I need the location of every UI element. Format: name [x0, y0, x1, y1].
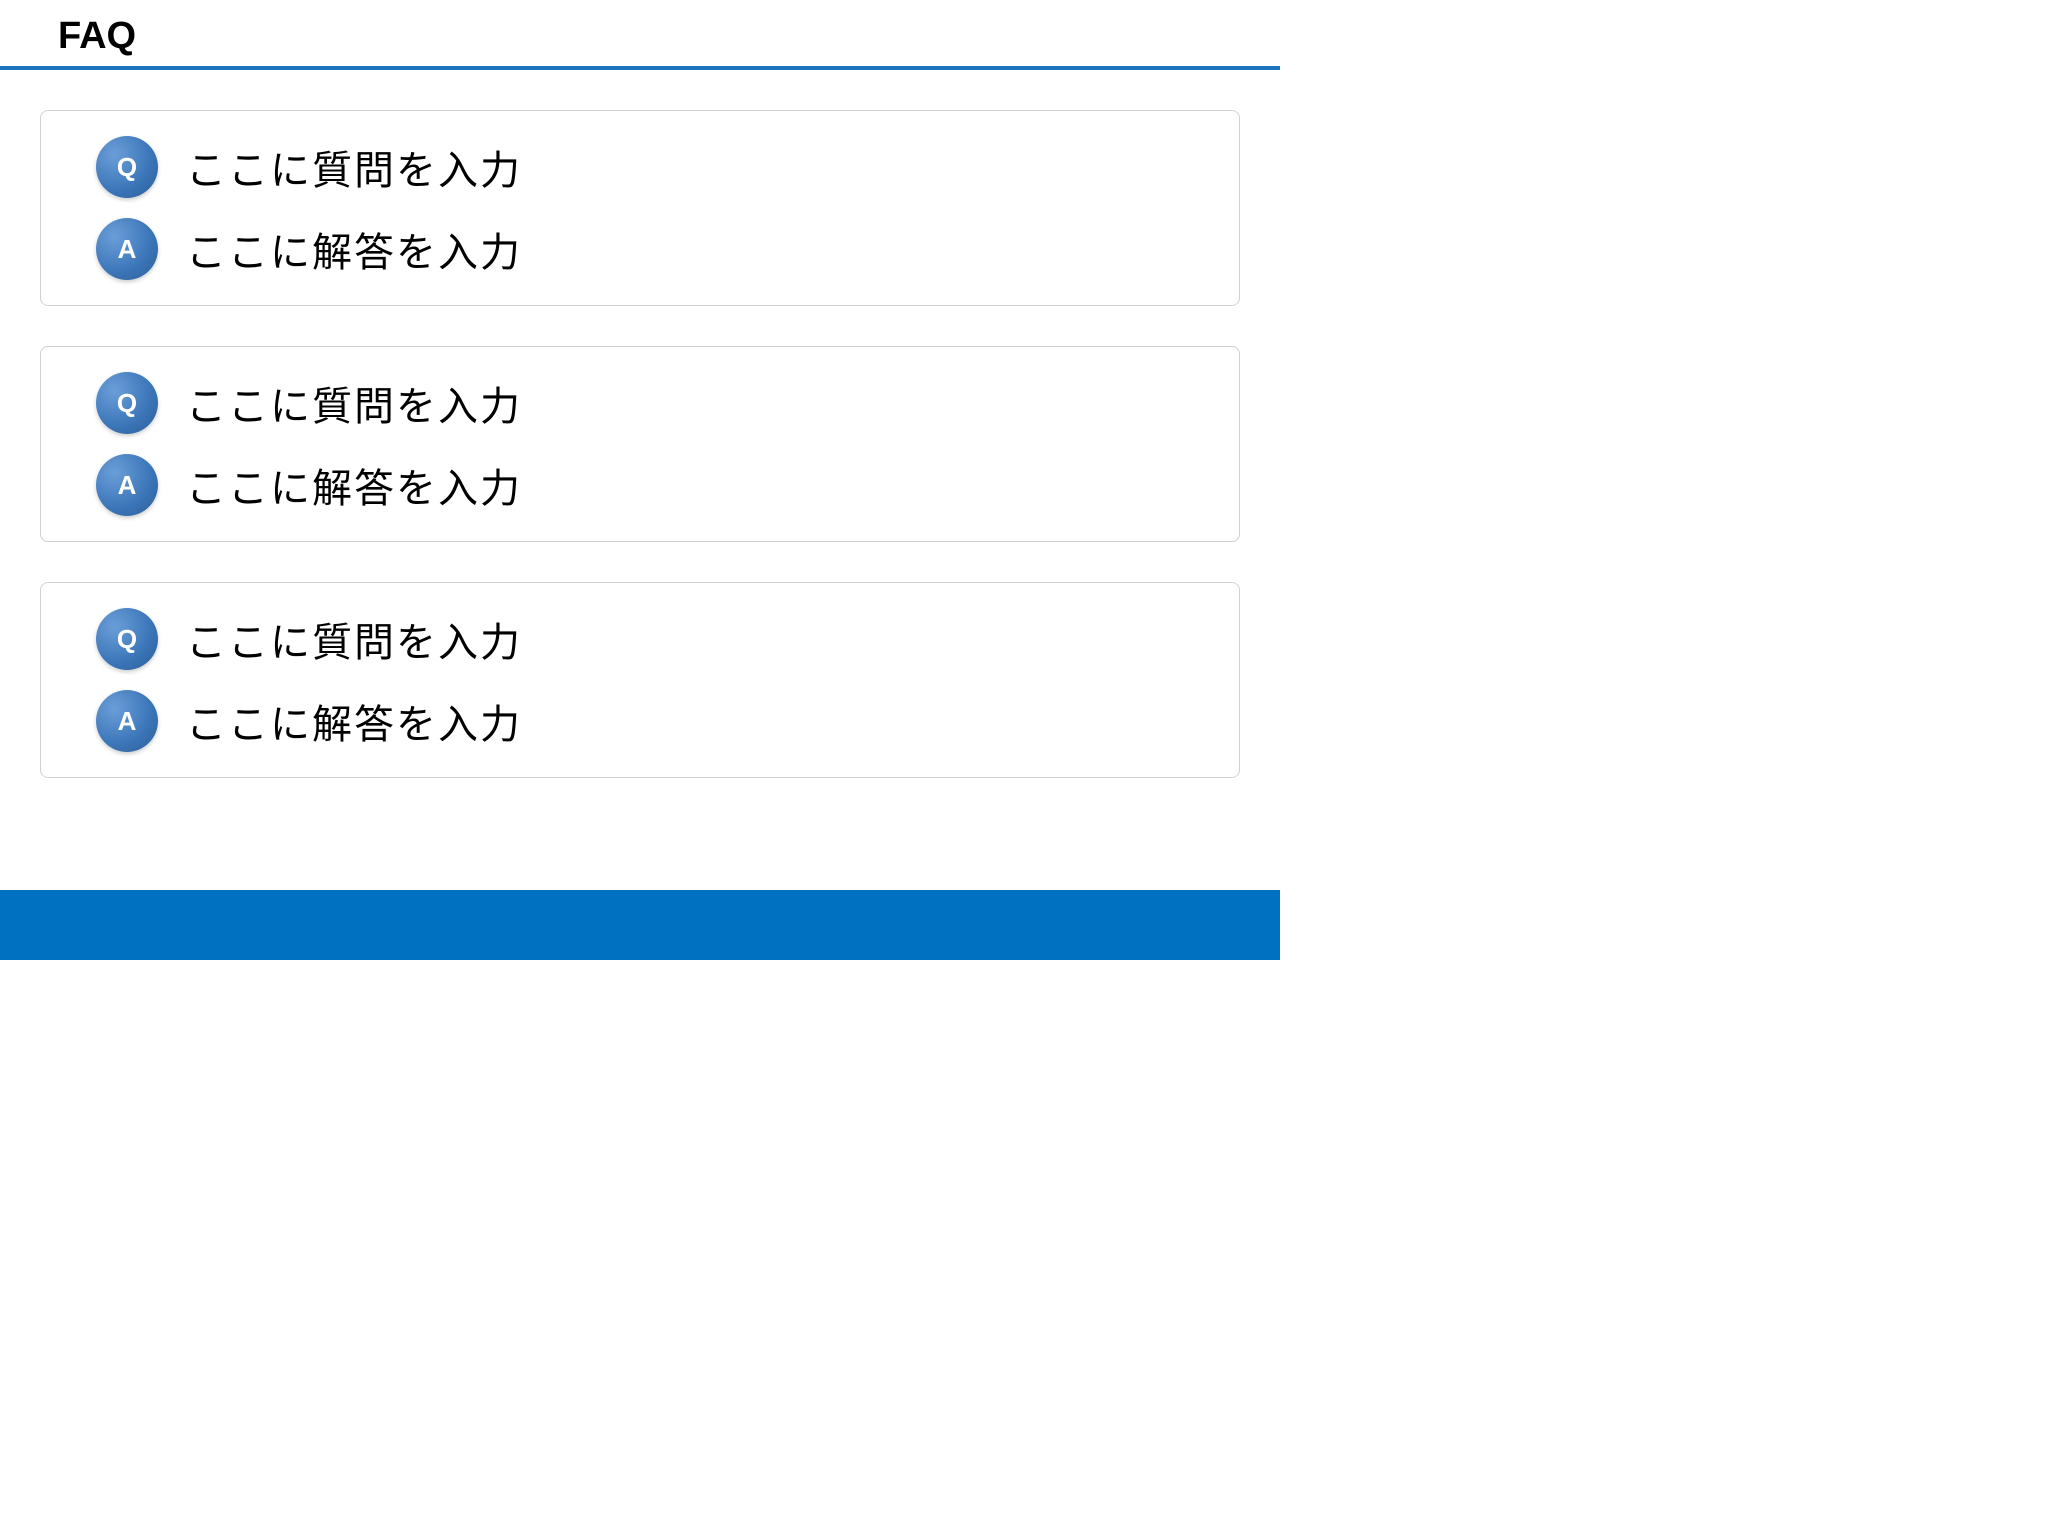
answer-badge-icon: A — [96, 454, 158, 516]
faq-content: Q ここに質問を入力 A ここに解答を入力 Q ここに質問を入力 A ここに解答… — [0, 70, 1280, 778]
page-title: FAQ — [0, 15, 1280, 66]
header: FAQ — [0, 0, 1280, 70]
answer-text: ここに解答を入力 — [186, 692, 522, 750]
answer-badge-icon: A — [96, 690, 158, 752]
faq-card: Q ここに質問を入力 A ここに解答を入力 — [40, 346, 1240, 542]
faq-card: Q ここに質問を入力 A ここに解答を入力 — [40, 582, 1240, 778]
question-badge-icon: Q — [96, 372, 158, 434]
question-badge-icon: Q — [96, 136, 158, 198]
question-text: ここに質問を入力 — [186, 138, 522, 196]
faq-card: Q ここに質問を入力 A ここに解答を入力 — [40, 110, 1240, 306]
footer-bar — [0, 890, 1280, 960]
faq-answer-row: A ここに解答を入力 — [96, 690, 1209, 752]
question-badge-icon: Q — [96, 608, 158, 670]
question-text: ここに質問を入力 — [186, 374, 522, 432]
faq-answer-row: A ここに解答を入力 — [96, 218, 1209, 280]
answer-text: ここに解答を入力 — [186, 220, 522, 278]
faq-answer-row: A ここに解答を入力 — [96, 454, 1209, 516]
faq-question-row: Q ここに質問を入力 — [96, 136, 1209, 198]
faq-question-row: Q ここに質問を入力 — [96, 372, 1209, 434]
question-text: ここに質問を入力 — [186, 610, 522, 668]
faq-question-row: Q ここに質問を入力 — [96, 608, 1209, 670]
answer-badge-icon: A — [96, 218, 158, 280]
answer-text: ここに解答を入力 — [186, 456, 522, 514]
